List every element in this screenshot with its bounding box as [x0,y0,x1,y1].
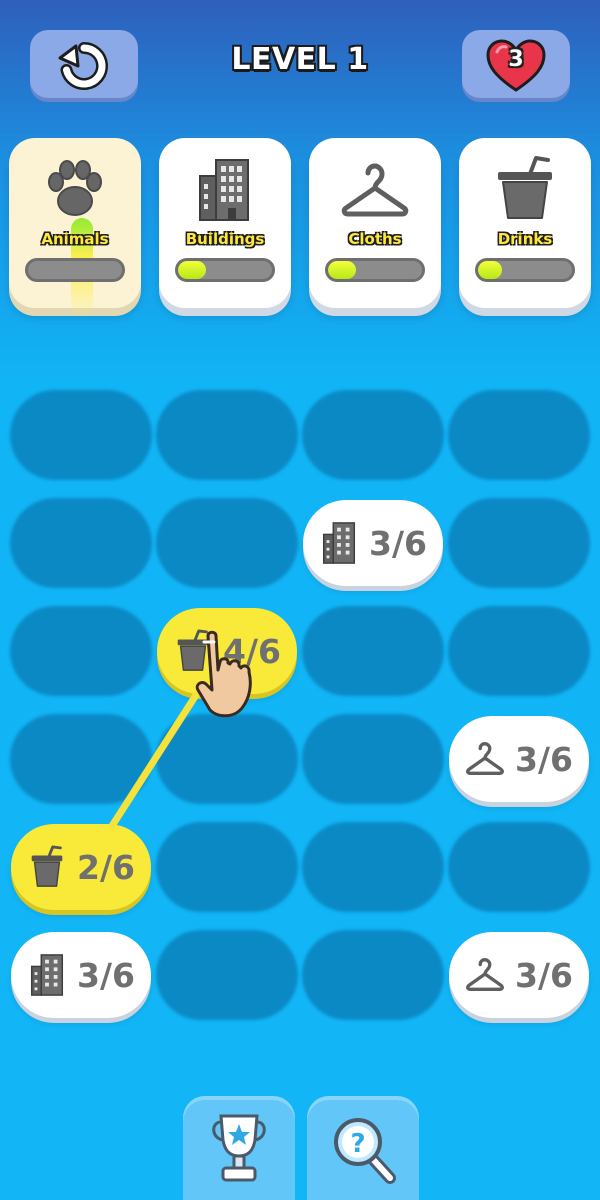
paw-icon [48,160,102,216]
empty-slot [10,714,152,804]
tile-count: 3/6 [369,523,427,563]
svg-text:?: ? [350,1129,365,1159]
restart-icon [58,41,109,90]
hanger-icon [341,163,409,217]
tile-building[interactable]: 3/6 [11,932,151,1018]
empty-slot [302,714,444,804]
tile-count: 3/6 [77,955,135,995]
category-label: Drinks [497,230,553,248]
tile-building[interactable]: 3/6 [303,500,443,586]
empty-slot [448,606,590,696]
category-progress-bar [325,258,425,282]
category-card-drinks[interactable]: Drinks [459,138,591,308]
tile-hanger[interactable]: 3/6 [449,932,589,1018]
category-card-cloths[interactable]: Cloths [309,138,441,308]
hanger-icon [466,742,504,776]
lives-indicator: 3 [462,30,570,102]
magnifier-hint-icon: ? [334,1118,396,1184]
building-icon [199,159,249,221]
empty-slot [156,498,298,588]
progress-fill [178,261,207,279]
top-bar: LEVEL 1 3 [0,0,600,130]
hint-button[interactable]: ? [307,1096,419,1200]
tile-count: 3/6 [515,739,573,779]
building-icon [30,954,64,996]
category-card-buildings[interactable]: Buildings [159,138,291,308]
category-label: Buildings [185,230,265,248]
progress-fill [328,261,357,279]
empty-slot [448,498,590,588]
empty-slot [302,930,444,1020]
tile-cup[interactable]: 2/6 [11,824,151,910]
cup-icon [498,156,552,219]
progress-fill [478,261,502,279]
level-title: LEVEL 1 [231,42,369,77]
category-progress-bar [175,258,275,282]
trophy-button[interactable] [183,1096,295,1200]
category-label: Animals [41,230,109,248]
pointer-hand-icon [195,630,252,718]
trophy-icon [212,1114,266,1182]
empty-slot [302,606,444,696]
empty-slot [302,822,444,912]
restart-button[interactable] [30,30,138,102]
empty-slot [302,390,444,480]
lives-count: 3 [508,47,524,72]
empty-slot [156,390,298,480]
hanger-icon [466,958,504,992]
empty-slot [10,390,152,480]
lives-heart: 3 [485,38,547,94]
tile-count: 2/6 [77,847,135,887]
empty-slot [156,822,298,912]
tile-hanger[interactable]: 3/6 [449,716,589,802]
empty-slot [156,930,298,1020]
category-card-animals[interactable]: Animals [9,138,141,318]
game-board: 3/6 4/6 3/6 2/6 3/6 3/6 [0,380,600,1030]
category-label: Cloths [348,230,402,248]
empty-slot [10,606,152,696]
category-progress-bar [25,258,125,282]
category-progress-bar [475,258,575,282]
cup-icon [31,845,63,887]
empty-slot [448,390,590,480]
tile-count: 3/6 [515,955,573,995]
empty-slot [10,498,152,588]
empty-slot [448,822,590,912]
building-icon [322,522,356,564]
